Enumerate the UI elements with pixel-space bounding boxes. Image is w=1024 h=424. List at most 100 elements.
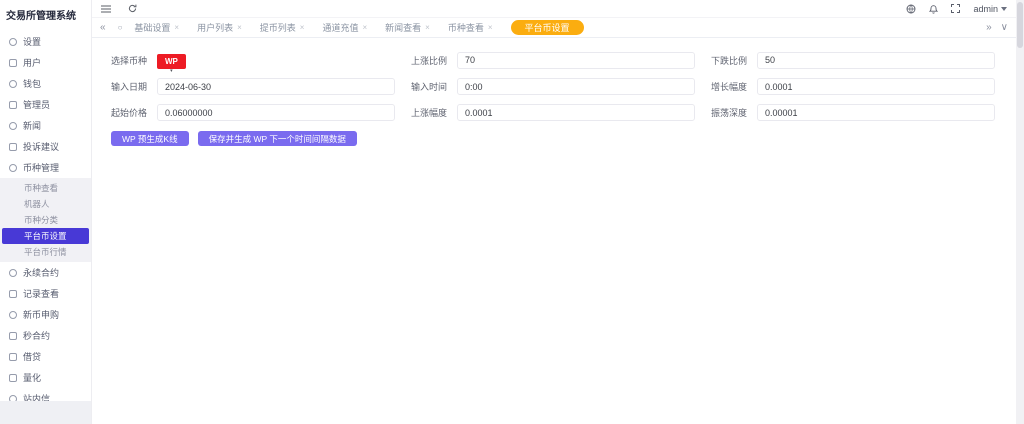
sub-item-label: 平台币设置 — [24, 230, 67, 242]
tab-withdraw-list[interactable]: 提币列表 × — [260, 21, 305, 34]
top-navbar: admin — [92, 0, 1016, 18]
tab-label: 提币列表 — [260, 21, 296, 34]
tab-scroll-left-icon[interactable]: « — [100, 23, 106, 33]
sidebar-item-label: 新币申购 — [23, 308, 59, 321]
save-generate-next-interval-button[interactable]: 保存并生成 WP 下一个时间间隔数据 — [198, 131, 357, 146]
sidebar-item-quant[interactable]: 量化 — [0, 367, 91, 388]
sidebar-item-label: 管理员 — [23, 98, 50, 111]
app-title: 交易所管理系统 — [0, 0, 91, 31]
rise-ratio-input[interactable] — [457, 52, 695, 69]
field-growth-amplitude: 增长幅度 — [711, 78, 995, 95]
sidebar-item-feedback[interactable]: 投诉建议 — [0, 136, 91, 157]
sidebar-item-site-mail[interactable]: 站内信 — [0, 388, 91, 401]
tab-news-view[interactable]: 新闻查看 × — [385, 21, 430, 34]
contract-icon — [9, 269, 17, 277]
pregenerate-kline-button[interactable]: WP 预生成K线 — [111, 131, 189, 146]
sidebar-item-records[interactable]: 记录查看 — [0, 283, 91, 304]
field-fall-ratio: 下跌比例 — [711, 51, 995, 69]
sidebar-subitem-platform-coin-market[interactable]: 平台币行情 — [0, 244, 91, 260]
oscillation-depth-input[interactable] — [757, 104, 995, 121]
sidebar-item-label: 量化 — [23, 371, 41, 384]
sidebar-item-settings[interactable]: 设置 — [0, 31, 91, 52]
sidebar-item-wallet[interactable]: 钱包 — [0, 73, 91, 94]
sidebar-item-coin-management[interactable]: 币种管理 — [0, 157, 91, 178]
sidebar-item-label: 站内信 — [23, 392, 50, 401]
tab-platform-coin-settings-active[interactable]: 平台币设置 — [511, 20, 584, 35]
tab-bar: « ○ 基础设置 × 用户列表 × 提币列表 × 通道充值 × 新闻查看 × — [92, 18, 1016, 38]
close-icon[interactable]: × — [425, 23, 430, 32]
tab-channel-recharge[interactable]: 通道充值 × — [322, 21, 367, 34]
feedback-icon — [9, 143, 17, 151]
tab-basic-settings[interactable]: 基础设置 × — [134, 21, 179, 34]
growth-amplitude-input[interactable] — [757, 78, 995, 95]
language-globe-icon[interactable] — [906, 4, 916, 14]
tab-label: 币种查看 — [448, 21, 484, 34]
tab-user-list[interactable]: 用户列表 × — [197, 21, 242, 34]
sidebar-item-label: 永续合约 — [23, 266, 59, 279]
start-price-input[interactable] — [157, 104, 395, 121]
sidebar-item-seconds-contract[interactable]: 秒合约 — [0, 325, 91, 346]
scrollbar-thumb[interactable] — [1017, 2, 1023, 48]
field-label: 选择币种 — [111, 54, 157, 67]
seconds-contract-icon — [9, 332, 17, 340]
refresh-icon[interactable] — [128, 4, 137, 13]
time-input[interactable] — [457, 78, 695, 95]
form-actions: WP 预生成K线 保存并生成 WP 下一个时间间隔数据 — [92, 121, 1016, 146]
sidebar-item-perpetual-contract[interactable]: 永续合约 — [0, 262, 91, 283]
field-label: 上涨幅度 — [411, 106, 457, 119]
tab-scroll-right-icon[interactable]: » — [986, 23, 992, 33]
page-scrollbar[interactable] — [1016, 0, 1024, 424]
date-input[interactable] — [157, 78, 395, 95]
close-icon[interactable]: × — [174, 23, 179, 32]
sidebar-item-admins[interactable]: 管理员 — [0, 94, 91, 115]
field-label: 输入日期 — [111, 80, 157, 93]
close-icon[interactable]: × — [488, 23, 493, 32]
sidebar-item-new-coin-subscribe[interactable]: 新币申购 — [0, 304, 91, 325]
user-icon — [9, 59, 17, 67]
sidebar: 交易所管理系统 设置 用户 钱包 管理员 新闻 投诉建议 币种管理 币种查看 机… — [0, 0, 91, 401]
admin-user-menu[interactable]: admin — [973, 4, 1007, 14]
tab-coin-view[interactable]: 币种查看 × — [448, 21, 493, 34]
fall-ratio-input[interactable] — [757, 52, 995, 69]
field-coin-select: 选择币种 WP ▾ — [111, 51, 395, 69]
fullscreen-icon[interactable] — [951, 4, 960, 13]
sidebar-subitem-coin-category[interactable]: 币种分类 — [0, 212, 91, 228]
tab-label: 新闻查看 — [385, 21, 421, 34]
sub-item-label: 币种分类 — [24, 214, 58, 226]
sidebar-subitem-platform-coin-settings[interactable]: 平台币设置 — [2, 228, 89, 244]
hamburger-menu-icon[interactable] — [101, 5, 111, 13]
sidebar-item-label: 币种管理 — [23, 161, 59, 174]
coin-select-tag[interactable]: WP — [157, 54, 186, 69]
sidebar-subitem-robot[interactable]: 机器人 — [0, 196, 91, 212]
news-icon — [9, 122, 17, 130]
close-icon[interactable]: × — [300, 23, 305, 32]
sidebar-item-label: 钱包 — [23, 77, 41, 90]
field-rise-ratio: 上涨比例 — [411, 51, 695, 69]
sidebar-item-loan[interactable]: 借贷 — [0, 346, 91, 367]
sidebar-item-label: 设置 — [23, 35, 41, 48]
admin-label: admin — [973, 4, 998, 14]
field-label: 上涨比例 — [411, 54, 457, 67]
tab-actions-chevron-icon[interactable]: ∨ — [1001, 23, 1008, 33]
notification-bell-icon[interactable] — [929, 4, 938, 14]
close-icon[interactable]: × — [362, 23, 367, 32]
field-start-price: 起始价格 — [111, 104, 395, 121]
sidebar-item-users[interactable]: 用户 — [0, 52, 91, 73]
close-icon[interactable]: × — [237, 23, 242, 32]
tab-home-dot-icon[interactable]: ○ — [118, 23, 123, 32]
coins-icon — [9, 164, 17, 172]
admin-icon — [9, 101, 17, 109]
field-oscillation-depth: 振荡深度 — [711, 104, 995, 121]
field-label: 下跌比例 — [711, 54, 757, 67]
tab-label: 用户列表 — [197, 21, 233, 34]
rise-amplitude-input[interactable] — [457, 104, 695, 121]
gear-icon — [9, 38, 17, 46]
quant-icon — [9, 374, 17, 382]
field-label: 振荡深度 — [711, 106, 757, 119]
sidebar-subitem-coin-view[interactable]: 币种查看 — [0, 180, 91, 196]
sub-item-label: 机器人 — [24, 198, 50, 210]
sub-item-label: 币种查看 — [24, 182, 58, 194]
sidebar-item-news[interactable]: 新闻 — [0, 115, 91, 136]
field-input-date: 输入日期 — [111, 78, 395, 95]
chevron-down-icon — [1001, 7, 1007, 11]
